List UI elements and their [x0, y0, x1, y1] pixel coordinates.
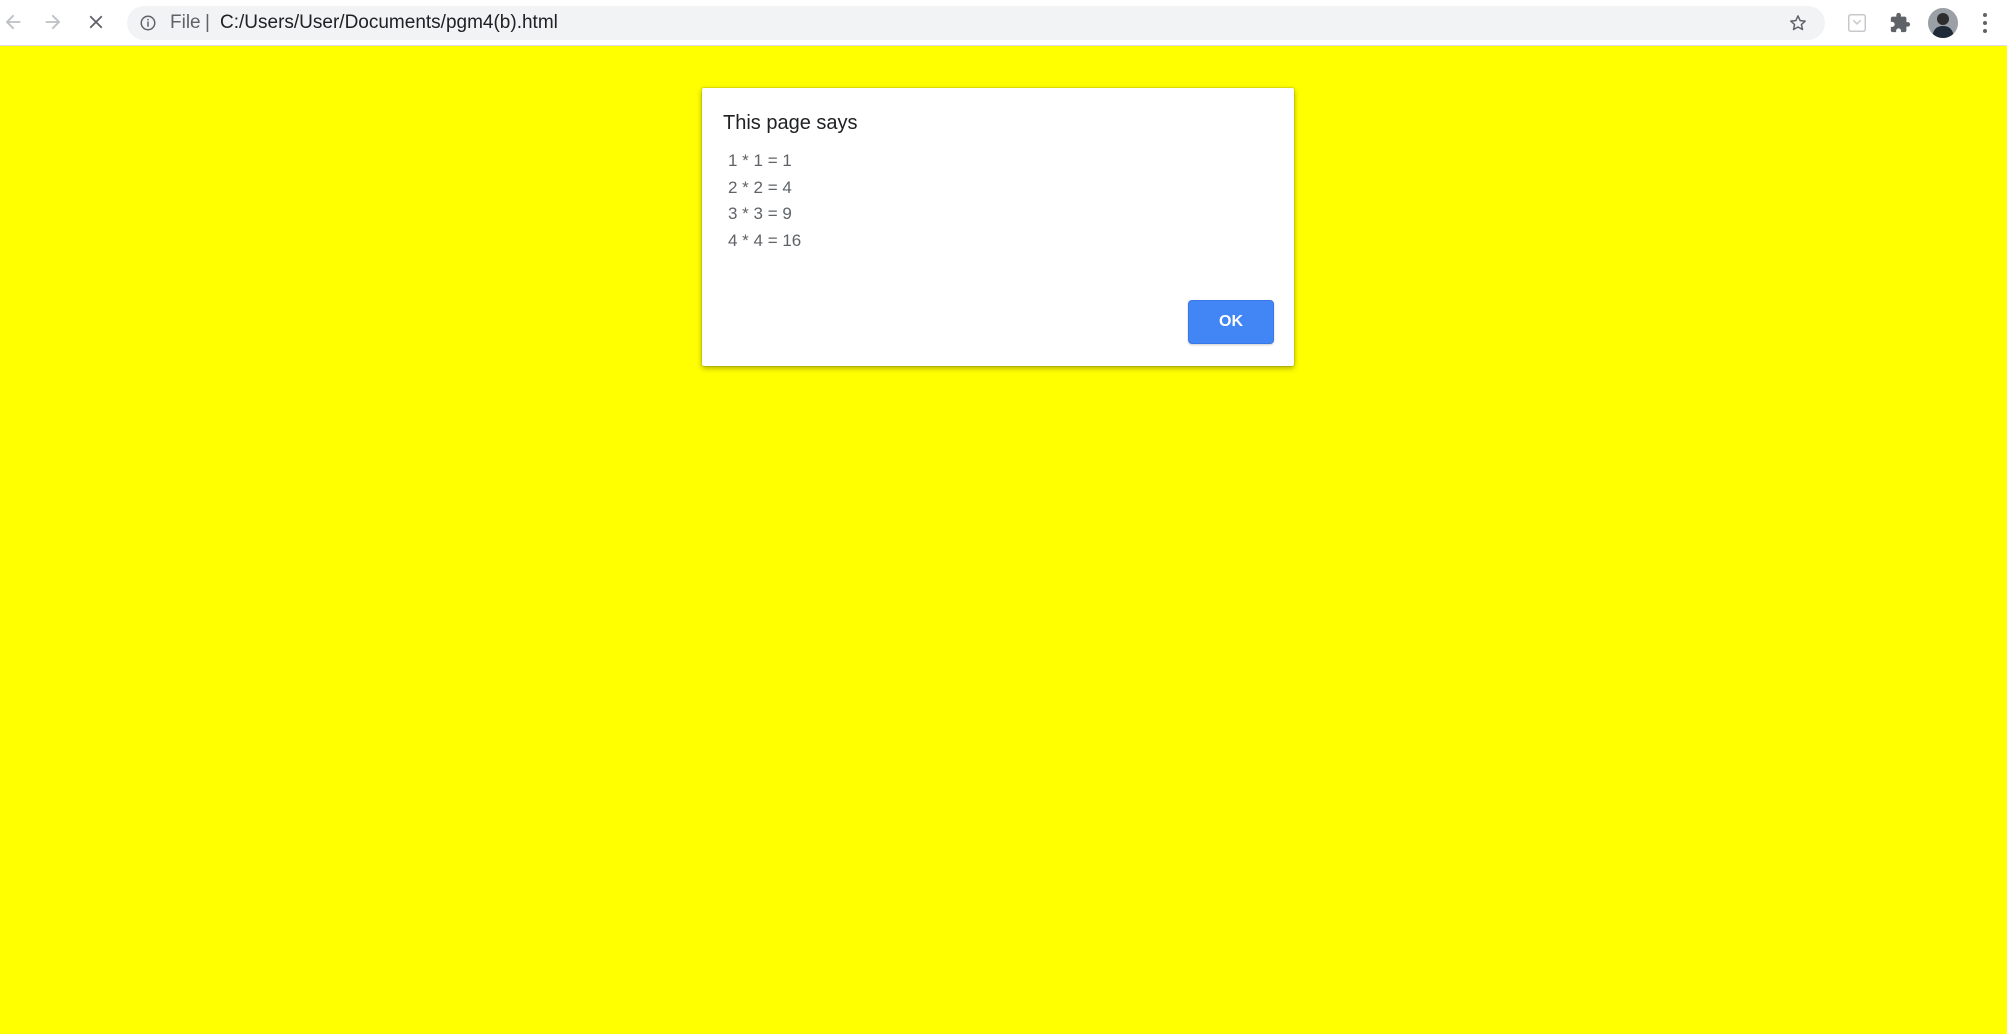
arrow-left-icon [5, 14, 21, 30]
browser-toolbar: File | C:/Users/User/Documents/pgm4(b).h… [0, 0, 2007, 46]
forward-button[interactable] [38, 7, 68, 37]
alert-dialog: This page says 1 * 1 = 1 2 * 2 = 4 3 * 3… [702, 88, 1294, 366]
dialog-message-line: 2 * 2 = 4 [728, 177, 792, 197]
scheme-separator: | [205, 12, 210, 33]
info-icon[interactable] [139, 14, 157, 32]
profile-picture [1928, 8, 1958, 38]
stop-loading-button[interactable] [81, 7, 111, 37]
url-text[interactable]: C:/Users/User/Documents/pgm4(b).html [220, 13, 558, 33]
star-icon[interactable] [1788, 13, 1808, 33]
address-bar[interactable]: File | C:/Users/User/Documents/pgm4(b).h… [127, 6, 1825, 40]
scheme-label: File [170, 12, 201, 33]
puzzle-icon[interactable] [1889, 12, 1911, 34]
ok-button[interactable]: OK [1188, 300, 1274, 344]
dialog-message-line: 3 * 3 = 9 [728, 204, 792, 223]
back-button[interactable] [0, 7, 28, 37]
dialog-title: This page says [723, 112, 858, 134]
avatar[interactable] [1928, 8, 1958, 38]
dialog-message-line: 1 * 1 = 1 [728, 151, 792, 170]
dialog-message: 1 * 1 = 1 2 * 2 = 4 3 * 3 = 9 4 * 4 = 16 [728, 148, 801, 254]
kebab-menu-icon[interactable] [1975, 10, 1995, 36]
close-icon [89, 15, 103, 29]
dialog-message-line: 4 * 4 = 16 [728, 230, 802, 250]
arrow-right-icon [45, 14, 61, 30]
page-content: This page says 1 * 1 = 1 2 * 2 = 4 3 * 3… [0, 46, 2007, 1034]
extension-box-icon[interactable] [1846, 12, 1868, 34]
